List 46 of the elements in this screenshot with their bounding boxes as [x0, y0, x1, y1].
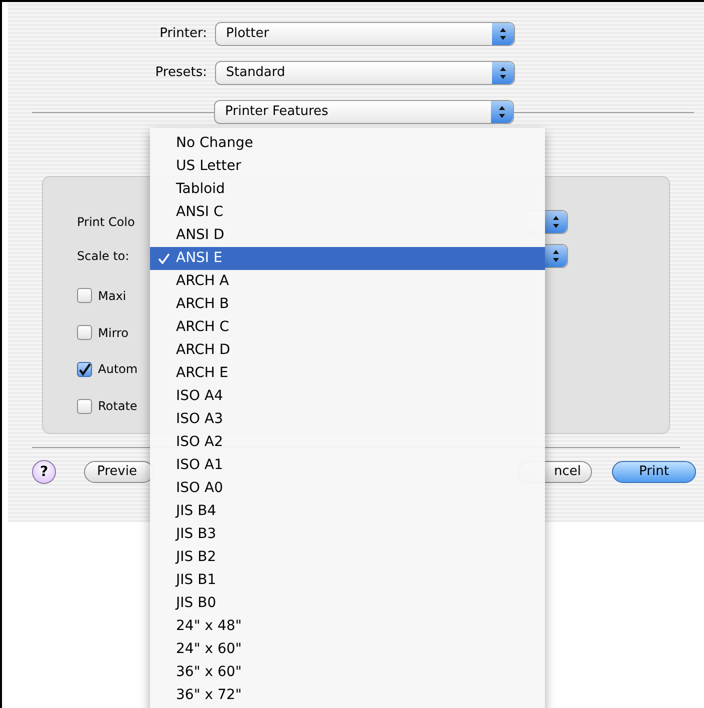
menu-item[interactable]: ISO A4 — [150, 385, 545, 408]
panel-popup[interactable]: Printer Features — [214, 100, 514, 124]
field-label: Printer: — [158, 25, 207, 44]
menu-item[interactable]: JIS B2 — [150, 546, 545, 569]
menu-item[interactable]: ARCH C — [150, 316, 545, 339]
menu-item[interactable]: 24" x 60" — [150, 638, 545, 661]
menu-item[interactable]: ARCH E — [150, 362, 545, 385]
menu-item[interactable]: ARCH A — [150, 270, 545, 293]
menu-item[interactable]: 36" x 72" — [150, 684, 545, 707]
option-label: Print Colo — [77, 214, 135, 231]
checkbox-label: Maxi — [98, 288, 126, 305]
menu-item[interactable]: JIS B4 — [150, 500, 545, 523]
checkbox-label: Autom — [98, 361, 138, 378]
menu-item[interactable]: 24" x 48" — [150, 615, 545, 638]
menu-item[interactable]: No Change — [150, 132, 545, 155]
popup-arrows-icon — [492, 62, 514, 84]
field-label: Presets: — [154, 64, 207, 82]
checkbox-label: Mirro — [98, 324, 128, 342]
print-button[interactable]: Print — [612, 461, 696, 483]
menu-item[interactable]: 36" x 60" — [150, 661, 545, 684]
menu-item[interactable]: ANSI C — [150, 201, 545, 224]
option-label: Scale to: — [77, 248, 130, 265]
checkbox[interactable] — [77, 288, 92, 304]
help-button[interactable]: ? — [32, 460, 56, 484]
menu-item[interactable]: JIS B0 — [150, 592, 545, 615]
checkbox[interactable] — [77, 398, 92, 414]
menu-item[interactable]: Tabloid — [150, 178, 545, 201]
checkmark-icon — [158, 253, 170, 264]
menu-item[interactable]: ARCH B — [150, 293, 545, 316]
checkbox[interactable] — [77, 362, 92, 377]
menu-item[interactable]: ANSI D — [150, 224, 545, 247]
menu-item[interactable]: JIS B3 — [150, 523, 545, 546]
popup-arrows-icon — [545, 245, 567, 267]
popup-arrows-icon — [491, 101, 513, 123]
printer-popup[interactable]: Plotter — [215, 22, 515, 46]
menu-item[interactable]: ISO A3 — [150, 408, 545, 431]
menu-item[interactable]: ISO A2 — [150, 431, 545, 454]
menu-item[interactable]: US Letter — [150, 155, 545, 178]
checkbox-label: Rotate — [98, 398, 138, 416]
menu-item[interactable]: JIS B1 — [150, 569, 545, 592]
presets-popup[interactable]: Standard — [215, 61, 515, 85]
checkbox[interactable] — [77, 325, 92, 340]
popup-arrows-icon — [545, 211, 567, 233]
popup-arrows-icon — [492, 23, 514, 45]
menu-item[interactable]: ANSI E — [150, 247, 545, 270]
menu-item[interactable]: ARCH D — [150, 339, 545, 362]
